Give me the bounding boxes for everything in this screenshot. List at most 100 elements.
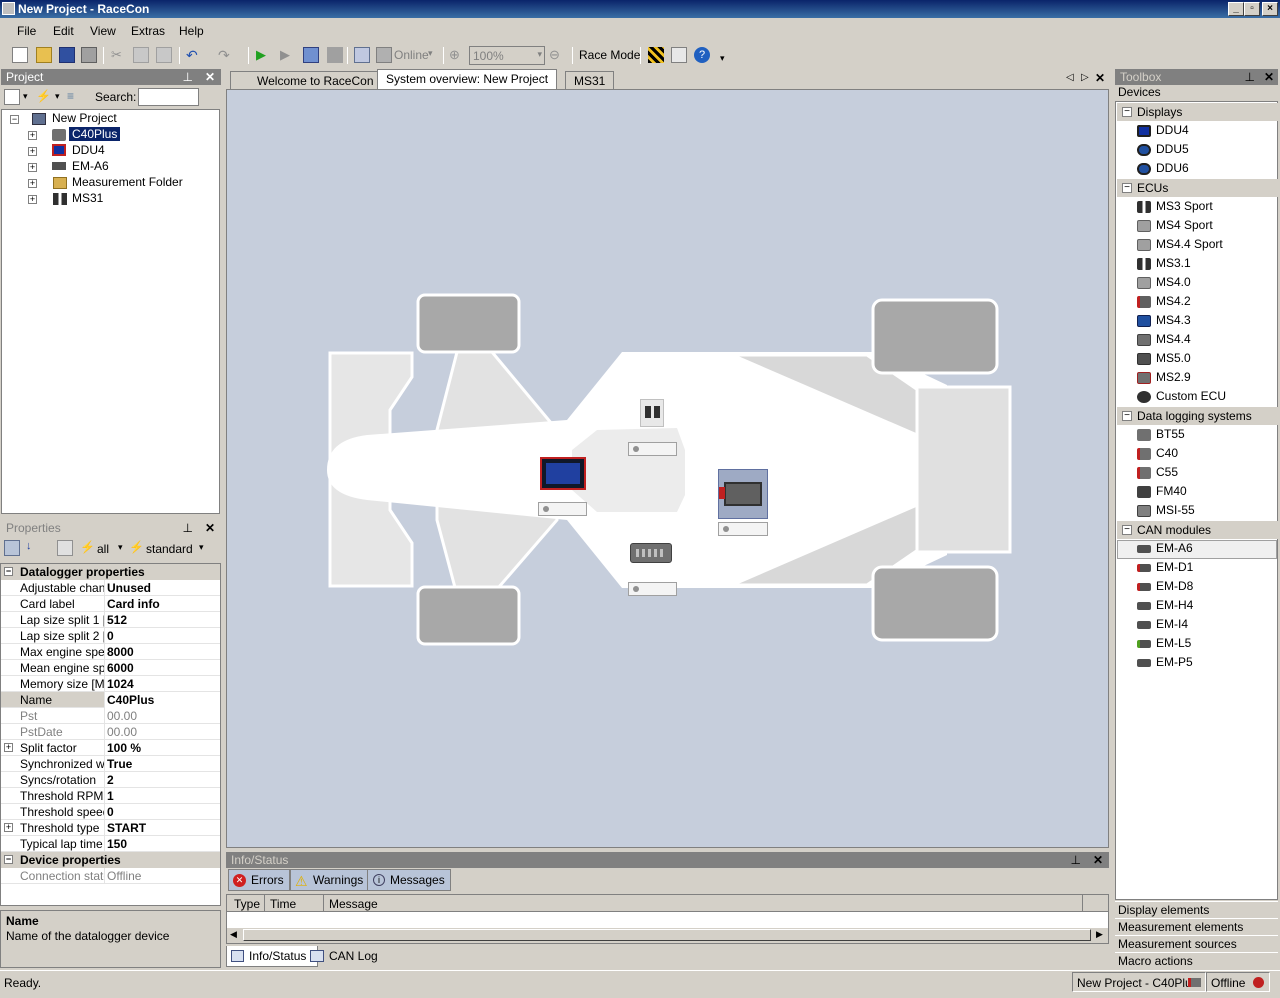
- toolbox-item-em-d1[interactable]: EM-D1: [1156, 560, 1193, 574]
- toolbox-item-ms3-sport[interactable]: MS3 Sport: [1156, 199, 1213, 213]
- horizontal-scrollbar[interactable]: ◀ ▶: [227, 928, 1108, 943]
- toolbox-item-ddu6[interactable]: DDU6: [1156, 161, 1189, 175]
- zoom-in-icon[interactable]: ⊕: [449, 47, 465, 63]
- drawer-display-elements[interactable]: Display elements: [1115, 901, 1278, 918]
- copy-icon[interactable]: [133, 47, 149, 63]
- section-can-modules[interactable]: − CAN modules: [1117, 521, 1278, 539]
- devices-drawer[interactable]: Devices: [1115, 85, 1278, 101]
- property-row[interactable]: Lap size split 1 [KB]512: [1, 612, 220, 628]
- toolbox-item-fm40[interactable]: FM40: [1156, 484, 1187, 498]
- close-icon[interactable]: ✕: [1093, 852, 1103, 868]
- property-row[interactable]: Adjustable channelsUnused: [1, 580, 220, 596]
- property-value[interactable]: 2: [107, 773, 114, 787]
- scroll-left-icon[interactable]: ◁: [1066, 72, 1074, 83]
- property-value[interactable]: Card info: [107, 597, 160, 611]
- toolbox-item-ms4-sport[interactable]: MS4 Sport: [1156, 218, 1213, 232]
- section-ecus[interactable]: − ECUs: [1117, 179, 1278, 197]
- paste-icon[interactable]: [156, 47, 172, 63]
- property-row[interactable]: Synchronized withTrue: [1, 756, 220, 772]
- filter-icon[interactable]: ⚡: [129, 540, 145, 556]
- collapse-toggle[interactable]: −: [4, 855, 13, 864]
- toolbox-item-ms44-sport[interactable]: MS4.4 Sport: [1156, 237, 1223, 251]
- cut-icon[interactable]: ✂: [111, 47, 127, 63]
- toolbox-item-ms31[interactable]: MS3.1: [1156, 256, 1191, 270]
- toolbox-item-ddu5[interactable]: DDU5: [1156, 142, 1189, 156]
- toolbox-item-ms43[interactable]: MS4.3: [1156, 313, 1191, 327]
- tab-welcome[interactable]: Welcome to RaceCon: [230, 71, 383, 89]
- c40plus-status-box[interactable]: [718, 522, 768, 536]
- property-value[interactable]: Unused: [107, 581, 151, 595]
- halt-icon[interactable]: [327, 47, 343, 63]
- scroll-right-icon[interactable]: ▷: [1081, 72, 1089, 83]
- collapse-toggle[interactable]: −: [1122, 411, 1132, 421]
- close-icon[interactable]: ✕: [1264, 69, 1274, 85]
- property-value[interactable]: 512: [107, 613, 127, 627]
- maximize-button[interactable]: ▫: [1244, 2, 1260, 16]
- toolbox-item-em-h4[interactable]: EM-H4: [1156, 598, 1193, 612]
- toolbox-item-em-i4[interactable]: EM-I4: [1156, 617, 1188, 631]
- chevron-down-icon[interactable]: ▾: [199, 542, 204, 553]
- toolbox-item-em-l5[interactable]: EM-L5: [1156, 636, 1191, 650]
- checkered-flag-icon[interactable]: [648, 47, 664, 63]
- menu-file[interactable]: File: [17, 24, 36, 38]
- chevron-down-icon[interactable]: ▾: [23, 91, 28, 102]
- print-icon[interactable]: [81, 47, 97, 63]
- property-value[interactable]: 8000: [107, 645, 134, 659]
- property-value[interactable]: 1024: [107, 677, 134, 691]
- toolbox-item-em-d8[interactable]: EM-D8: [1156, 579, 1193, 593]
- errors-button[interactable]: ✕ Errors: [228, 869, 290, 891]
- undo-icon[interactable]: ↶: [186, 47, 202, 63]
- new-icon[interactable]: [12, 47, 28, 63]
- property-row[interactable]: Lap size split 2 [KB]0: [1, 628, 220, 644]
- em-a6-status-box[interactable]: [628, 582, 677, 596]
- view-icon[interactable]: [4, 89, 20, 105]
- column-time[interactable]: Time: [270, 897, 296, 911]
- save-icon[interactable]: [59, 47, 75, 63]
- toolbox-item-c40[interactable]: C40: [1156, 446, 1178, 460]
- race-mode-button[interactable]: Race Mode: [579, 48, 640, 62]
- minimize-button[interactable]: _: [1228, 2, 1244, 16]
- collapse-toggle[interactable]: −: [1122, 183, 1132, 193]
- property-value[interactable]: 0: [107, 629, 114, 643]
- run-icon[interactable]: ▶: [280, 47, 296, 63]
- warnings-button[interactable]: ⚠ Warnings: [290, 869, 370, 891]
- collapse-toggle[interactable]: −: [1122, 525, 1132, 535]
- toolbox-item-ms44[interactable]: MS4.4: [1156, 332, 1191, 346]
- section-data-logging[interactable]: − Data logging systems: [1117, 407, 1278, 425]
- toolbox-item-msi55[interactable]: MSI-55: [1156, 503, 1195, 517]
- filter-icon[interactable]: ⚡: [36, 89, 52, 105]
- ms31-status-box[interactable]: [628, 442, 677, 456]
- tab-system-overview[interactable]: System overview: New Project: [377, 69, 558, 89]
- menu-extras[interactable]: Extras: [131, 24, 165, 38]
- document-icon[interactable]: [671, 47, 687, 63]
- section-displays[interactable]: − Displays: [1117, 103, 1278, 121]
- close-button[interactable]: ×: [1262, 2, 1278, 16]
- pages-icon[interactable]: [57, 540, 73, 556]
- collapse-toggle[interactable]: −: [4, 567, 13, 576]
- drawer-measurement-elements[interactable]: Measurement elements: [1115, 918, 1278, 935]
- system-overview-canvas[interactable]: [226, 89, 1109, 848]
- property-row[interactable]: Syncs/rotation 2: [1, 772, 220, 788]
- pin-icon[interactable]: ⊥: [183, 520, 193, 536]
- messages-button[interactable]: i Messages: [367, 869, 451, 891]
- scrollbar-thumb[interactable]: [243, 929, 1091, 941]
- categorized-icon[interactable]: [4, 540, 20, 556]
- column-type[interactable]: Type: [234, 897, 260, 911]
- online-icon[interactable]: [376, 47, 392, 63]
- help-icon[interactable]: ?: [694, 47, 710, 63]
- network-icon[interactable]: [354, 47, 370, 63]
- open-folder-icon[interactable]: [36, 47, 52, 63]
- ms31-device-icon[interactable]: [640, 399, 664, 427]
- property-row[interactable]: PstDate 00.00: [1, 724, 220, 740]
- chevron-down-icon[interactable]: ▾: [118, 542, 123, 553]
- expand-toggle[interactable]: +: [4, 823, 13, 832]
- tab-ms31[interactable]: MS31: [565, 71, 615, 89]
- run-all-icon[interactable]: ▶: [256, 47, 272, 63]
- chevron-down-icon[interactable]: ▾: [428, 48, 433, 59]
- property-row[interactable]: Connection state Offline: [1, 868, 220, 884]
- property-value[interactable]: 6000: [107, 661, 134, 675]
- em-a6-device-icon[interactable]: [630, 543, 672, 563]
- tree-root-label[interactable]: New Project: [52, 111, 117, 125]
- close-icon[interactable]: ✕: [205, 69, 215, 85]
- drawer-measurement-sources[interactable]: Measurement sources: [1115, 935, 1278, 952]
